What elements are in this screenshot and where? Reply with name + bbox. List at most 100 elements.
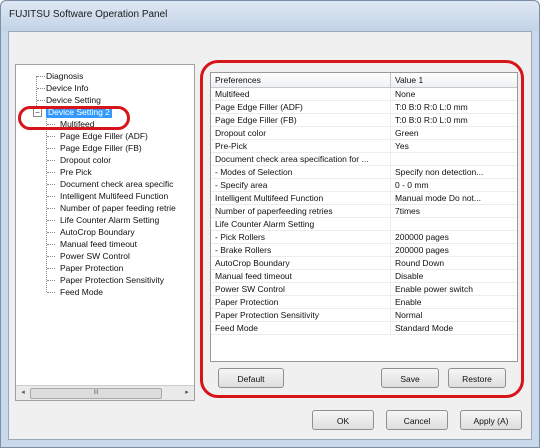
tree-connector-line bbox=[47, 232, 55, 233]
grid-cell-preference: Life Counter Alarm Setting bbox=[215, 219, 315, 229]
restore-button[interactable]: Restore bbox=[448, 368, 506, 388]
grid-row[interactable]: - Specify area 0 - 0 mm bbox=[211, 179, 517, 192]
tree-item-label: Device Info bbox=[46, 83, 89, 93]
grid-cell-separator bbox=[390, 179, 391, 191]
tree-connector-line bbox=[37, 88, 45, 89]
tree-item-label: Paper Protection Sensitivity bbox=[60, 275, 164, 285]
grid-row[interactable]: Paper Protection Enable bbox=[211, 296, 517, 309]
grid-row[interactable]: Pre-Pick Yes bbox=[211, 140, 517, 153]
grid-row[interactable]: Paper Protection Sensitivity Normal bbox=[211, 309, 517, 322]
column-divider[interactable] bbox=[390, 73, 391, 87]
grid-row[interactable]: Life Counter Alarm Setting bbox=[211, 218, 517, 231]
grid-cell-separator bbox=[390, 88, 391, 100]
grid-row[interactable]: Power SW Control Enable power switch bbox=[211, 283, 517, 296]
grid-row[interactable]: Document check area specification for ..… bbox=[211, 153, 517, 166]
grid-cell-preference: Page Edge Filler (ADF) bbox=[215, 102, 303, 112]
grid-row[interactable]: Page Edge Filler (FB) T:0 B:0 R:0 L:0 mm bbox=[211, 114, 517, 127]
grid-row[interactable]: - Modes of Selection Specify non detectio… bbox=[211, 166, 517, 179]
grid-row[interactable]: Intelligent Multifeed Function Manual mod… bbox=[211, 192, 517, 205]
grid-cell-preference: Paper Protection Sensitivity bbox=[215, 310, 319, 320]
tree-connector-line bbox=[47, 292, 55, 293]
grid-cell-value[interactable]: Green bbox=[395, 127, 513, 139]
tree-item-label: Page Edge Filler (ADF) bbox=[60, 131, 148, 141]
grid-cell-value[interactable]: T:0 B:0 R:0 L:0 mm bbox=[395, 114, 513, 126]
scroll-thumb[interactable]: III bbox=[30, 388, 162, 399]
column-header-preferences[interactable]: Preferences bbox=[215, 75, 261, 85]
grid-cell-separator bbox=[390, 140, 391, 152]
grid-cell-value[interactable]: 0 - 0 mm bbox=[395, 179, 513, 191]
save-button[interactable]: Save bbox=[381, 368, 439, 388]
grid-cell-value[interactable]: Round Down bbox=[395, 257, 513, 269]
tree-item-label: Page Edge Filler (FB) bbox=[60, 143, 142, 153]
grid-cell-value[interactable]: Manual mode Do not... bbox=[395, 192, 513, 204]
tree-item-label: AutoCrop Boundary bbox=[60, 227, 135, 237]
tree-connector-line bbox=[47, 220, 55, 221]
grid-cell-preference: Document check area specification for ..… bbox=[215, 154, 369, 164]
grid-cell-value[interactable]: Specify non detection... bbox=[395, 166, 513, 178]
collapse-icon[interactable]: − bbox=[33, 108, 42, 117]
tree-item-label: Document check area specific bbox=[60, 179, 174, 189]
tree-connector-line bbox=[47, 268, 55, 269]
apply-button[interactable]: Apply (A) bbox=[460, 410, 522, 430]
grid-cell-separator bbox=[390, 192, 391, 204]
default-button[interactable]: Default bbox=[218, 368, 284, 388]
grid-cell-preference: Dropout color bbox=[215, 128, 267, 138]
tree-item-label: Multifeed bbox=[60, 119, 95, 129]
tree-horizontal-scrollbar[interactable]: ◂ III ▸ bbox=[16, 385, 194, 400]
grid-row[interactable]: Page Edge Filler (ADF) T:0 B:0 R:0 L:0 mm bbox=[211, 101, 517, 114]
grid-cell-value[interactable]: T:0 B:0 R:0 L:0 mm bbox=[395, 101, 513, 113]
cancel-button[interactable]: Cancel bbox=[386, 410, 448, 430]
grid-cell-separator bbox=[390, 205, 391, 217]
grid-row[interactable]: Dropout color Green bbox=[211, 127, 517, 140]
tree-item-label: Life Counter Alarm Setting bbox=[60, 215, 160, 225]
grid-cell-value[interactable]: Disable bbox=[395, 270, 513, 282]
preferences-grid[interactable]: Preferences Value 1 Multifeed None Page Ed… bbox=[210, 72, 518, 362]
grid-row[interactable]: AutoCrop Boundary Round Down bbox=[211, 257, 517, 270]
grid-cell-value[interactable]: 200000 pages bbox=[395, 244, 513, 256]
grid-cell-separator bbox=[390, 322, 391, 334]
tree-item-label: Feed Mode bbox=[60, 287, 103, 297]
grid-row[interactable]: - Pick Rollers 200000 pages bbox=[211, 231, 517, 244]
tree-connector-line bbox=[47, 124, 55, 125]
grid-cell-preference: Multifeed bbox=[215, 89, 250, 99]
scroll-left-icon[interactable]: ◂ bbox=[17, 387, 29, 399]
tree-item-label: Number of paper feeding retrie bbox=[60, 203, 176, 213]
ok-button[interactable]: OK bbox=[312, 410, 374, 430]
grid-cell-preference: Manual feed timeout bbox=[215, 271, 293, 281]
grid-cell-preference: - Pick Rollers bbox=[215, 232, 266, 242]
tree-item-label: Power SW Control bbox=[60, 251, 130, 261]
grid-cell-value[interactable]: 7times bbox=[395, 205, 513, 217]
grid-cell-value[interactable]: None bbox=[395, 88, 513, 100]
tree-item-label: Paper Protection bbox=[60, 263, 124, 273]
grid-cell-separator bbox=[390, 270, 391, 282]
grid-header: Preferences Value 1 bbox=[211, 73, 517, 88]
grid-cell-value[interactable]: 200000 pages bbox=[395, 231, 513, 243]
grid-row[interactable]: - Brake Rollers 200000 pages bbox=[211, 244, 517, 257]
grid-cell-separator bbox=[390, 218, 391, 230]
grid-row[interactable]: Number of paperfeeding retries 7times bbox=[211, 205, 517, 218]
grid-row[interactable]: Manual feed timeout Disable bbox=[211, 270, 517, 283]
column-header-value[interactable]: Value 1 bbox=[395, 75, 423, 85]
tree-item-label-selected: Device Setting 2 bbox=[46, 106, 112, 118]
tree-item-label: Diagnosis bbox=[46, 71, 84, 81]
grid-cell-separator bbox=[390, 114, 391, 126]
grid-cell-value[interactable]: Standard Mode bbox=[395, 322, 513, 334]
grid-cell-preference: - Brake Rollers bbox=[215, 245, 272, 255]
grid-row[interactable]: Multifeed None bbox=[211, 88, 517, 101]
grid-cell-value[interactable]: Normal bbox=[395, 309, 513, 321]
grid-cell-preference: Number of paperfeeding retries bbox=[215, 206, 333, 216]
title-bar[interactable]: FUJITSU Software Operation Panel bbox=[1, 1, 539, 31]
scroll-right-icon[interactable]: ▸ bbox=[181, 387, 193, 399]
grid-cell-value[interactable]: Yes bbox=[395, 140, 513, 152]
grid-cell-value[interactable]: Enable power switch bbox=[395, 283, 513, 295]
grid-row[interactable]: Feed Mode Standard Mode bbox=[211, 322, 517, 335]
grid-cell-separator bbox=[390, 309, 391, 321]
tree-connector-line bbox=[47, 136, 55, 137]
grid-cell-separator bbox=[390, 127, 391, 139]
tree-connector-line bbox=[37, 76, 45, 77]
tree-item-label: Pre Pick bbox=[60, 167, 92, 177]
grid-cell-value[interactable]: Enable bbox=[395, 296, 513, 308]
settings-tree[interactable]: ◂ III ▸ Diagnosis Device Info Device Setti… bbox=[15, 64, 195, 401]
grid-cell-preference: - Modes of Selection bbox=[215, 167, 293, 177]
grid-cell-separator bbox=[390, 166, 391, 178]
